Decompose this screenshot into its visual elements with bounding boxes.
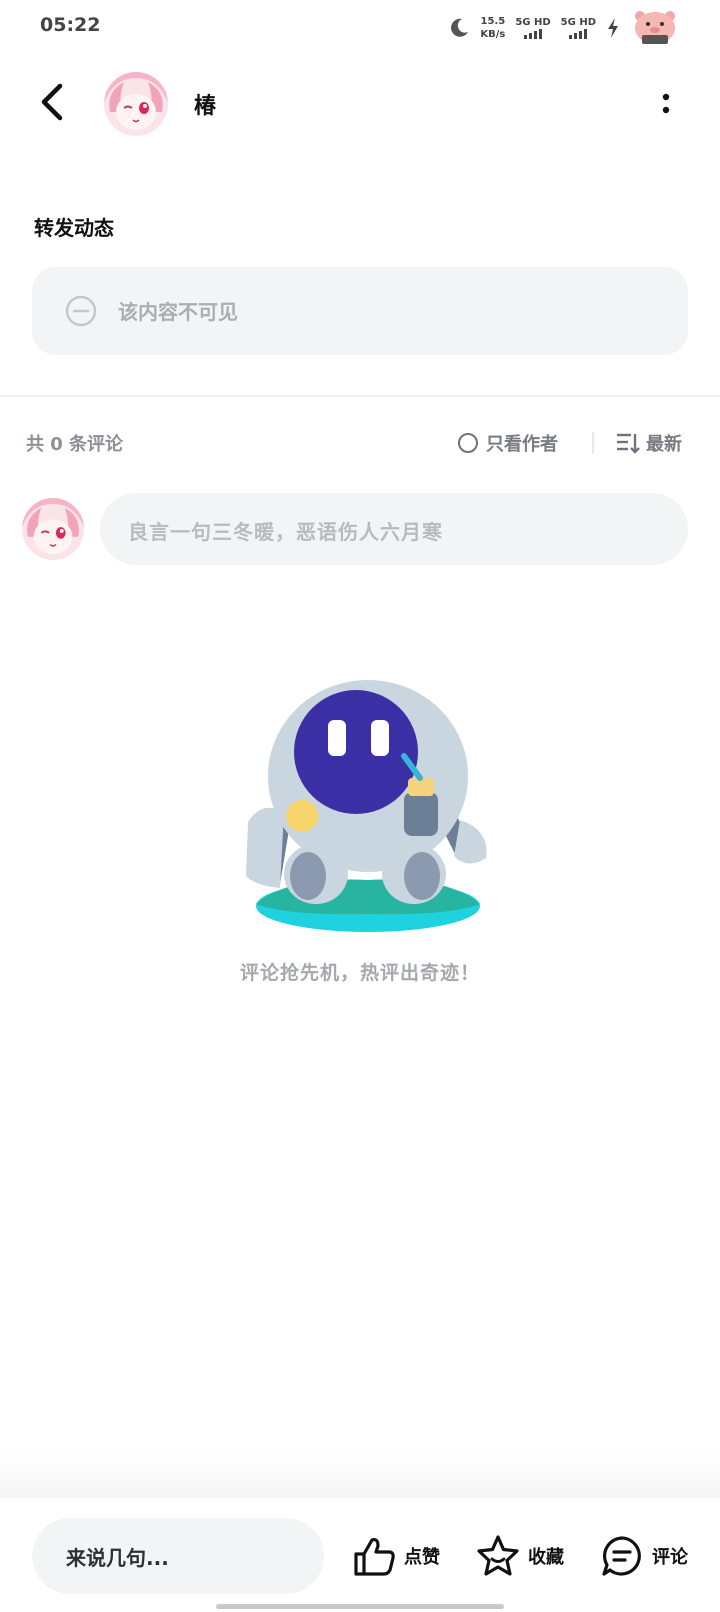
only-author-label: 只看作者	[486, 434, 558, 455]
sort-icon	[617, 433, 640, 454]
empty-state-text: 评论抢先机，热评出奇迹！	[239, 962, 480, 984]
repost-title: 转发动态	[34, 216, 114, 240]
comment-count: 共 0 条评论	[26, 434, 124, 455]
thumbs-up-icon	[354, 1538, 395, 1576]
chat-bubble-icon	[602, 1536, 641, 1576]
like-button[interactable]: 点赞	[352, 1534, 440, 1578]
user-name[interactable]: 椿	[194, 88, 216, 120]
net-speed-unit: KB/s	[480, 29, 506, 40]
sort-toggle[interactable]: 最新	[616, 430, 682, 456]
signal-bars-icon	[561, 29, 596, 39]
more-options-icon[interactable]	[660, 90, 672, 120]
vertical-divider	[592, 432, 594, 454]
radio-circle-icon[interactable]	[458, 433, 478, 453]
comment-label: 评论	[652, 1547, 688, 1568]
unavailable-icon	[65, 295, 97, 327]
quick-comment-placeholder[interactable]: 来说几句...	[66, 1542, 169, 1571]
section-divider	[0, 395, 720, 397]
star-icon	[477, 1535, 519, 1576]
status-icons: 15.5 KB/s 5G HD 5G HD	[448, 8, 680, 48]
hidden-content-text: 该内容不可见	[118, 300, 238, 324]
comment-input-placeholder[interactable]: 良言一句三冬暖，恶语伤人六月寒	[128, 516, 443, 545]
robot-empty-state-illustration	[246, 680, 487, 932]
favorite-button[interactable]: 收藏	[476, 1534, 564, 1578]
moon-icon	[451, 18, 469, 37]
bottom-fade	[0, 1450, 720, 1500]
charging-icon	[608, 18, 618, 38]
network-speed: 15.5 KB/s	[480, 15, 505, 41]
user-avatar[interactable]	[104, 72, 168, 136]
only-author-toggle[interactable]: 只看作者	[458, 430, 558, 456]
comment-button[interactable]: 评论	[600, 1534, 688, 1578]
sim2-label: 5G HD	[560, 17, 596, 28]
signal-sim2: 5G HD	[561, 17, 596, 39]
pig-battery-icon	[635, 11, 675, 44]
my-avatar	[22, 498, 84, 560]
like-label: 点赞	[404, 1547, 440, 1568]
signal-sim1: 5G HD	[515, 17, 551, 39]
net-speed-value: 15.5	[480, 16, 506, 27]
favorite-label: 收藏	[528, 1547, 564, 1568]
signal-bars-icon	[515, 29, 550, 39]
back-arrow-icon[interactable]	[36, 82, 70, 122]
sim1-label: 5G HD	[515, 17, 551, 28]
sort-label: 最新	[646, 434, 682, 455]
status-time: 05:22	[40, 14, 101, 36]
home-indicator[interactable]	[216, 1604, 504, 1609]
